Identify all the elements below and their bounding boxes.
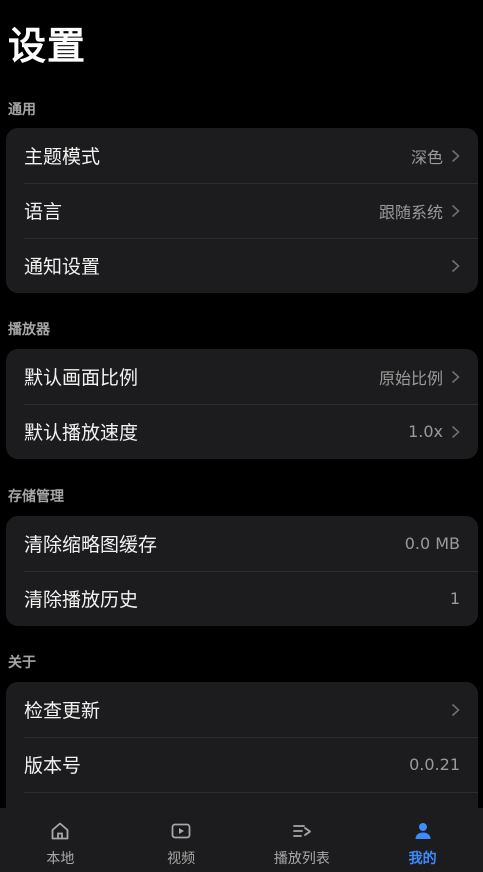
version-row: 版本号 0.0.21: [6, 737, 478, 792]
row-label: 主题模式: [24, 146, 101, 168]
general-card: 主题模式 深色 语言 跟随系统 通知设置: [6, 128, 478, 293]
playlist-icon: [292, 825, 311, 837]
section-label-about: 关于: [8, 655, 36, 671]
row-label: 版本号: [24, 755, 82, 777]
tab-label: 我的: [408, 851, 437, 867]
person-icon: [415, 823, 431, 839]
playback-speed-row[interactable]: 默认播放速度 1.0x: [6, 404, 478, 459]
check-update-row[interactable]: 检查更新: [6, 682, 478, 737]
row-label: 检查更新: [24, 700, 101, 722]
tab-label: 本地: [46, 851, 75, 867]
aspect-ratio-row[interactable]: 默认画面比例 原始比例: [6, 349, 478, 404]
row-value: 跟随系统: [378, 202, 443, 222]
bottom-tab-bar: 本地 视频 播放列表 我的: [0, 808, 483, 872]
row-label: 清除播放历史: [24, 589, 139, 611]
player-card: 默认画面比例 原始比例 默认播放速度 1.0x: [6, 349, 478, 459]
theme-mode-row[interactable]: 主题模式 深色: [6, 128, 478, 183]
tab-playlist[interactable]: 播放列表: [242, 808, 363, 872]
chevron-right-icon: [451, 149, 460, 162]
home-icon: [51, 822, 69, 840]
clear-thumbnail-cache-row[interactable]: 清除缩略图缓存 0.0 MB: [6, 516, 478, 571]
page-title: 设置: [8, 24, 87, 68]
chevron-right-icon: [451, 259, 460, 272]
row-value: 0.0 MB: [404, 534, 460, 553]
chevron-right-icon: [451, 703, 460, 716]
row-value: 1.0x: [408, 422, 443, 441]
storage-card: 清除缩略图缓存 0.0 MB 清除播放历史 1: [6, 516, 478, 626]
chevron-right-icon: [451, 370, 460, 383]
row-label: 语言: [24, 201, 63, 223]
row-value: 原始比例: [378, 368, 443, 388]
row-value: 深色: [410, 147, 443, 167]
notification-settings-row[interactable]: 通知设置: [6, 238, 478, 293]
video-play-icon: [171, 823, 191, 839]
tab-video[interactable]: 视频: [121, 808, 242, 872]
row-value: 0.0.21: [409, 755, 460, 774]
row-label: 通知设置: [24, 256, 101, 278]
tab-mine[interactable]: 我的: [362, 808, 483, 872]
tab-local[interactable]: 本地: [0, 808, 121, 872]
clear-play-history-row[interactable]: 清除播放历史 1: [6, 571, 478, 626]
tab-label: 视频: [167, 851, 196, 867]
language-row[interactable]: 语言 跟随系统: [6, 183, 478, 238]
row-label: 清除缩略图缓存: [24, 534, 158, 556]
tab-label: 播放列表: [273, 851, 330, 867]
chevron-right-icon: [451, 204, 460, 217]
section-label-storage: 存储管理: [8, 489, 64, 505]
row-value: 1: [449, 589, 460, 608]
row-label: 默认播放速度: [24, 422, 139, 444]
chevron-right-icon: [451, 425, 460, 438]
about-card: 检查更新 版本号 0.0.21: [6, 682, 478, 822]
section-label-player: 播放器: [8, 322, 50, 338]
section-label-general: 通用: [8, 102, 36, 118]
row-label: 默认画面比例: [24, 367, 139, 389]
